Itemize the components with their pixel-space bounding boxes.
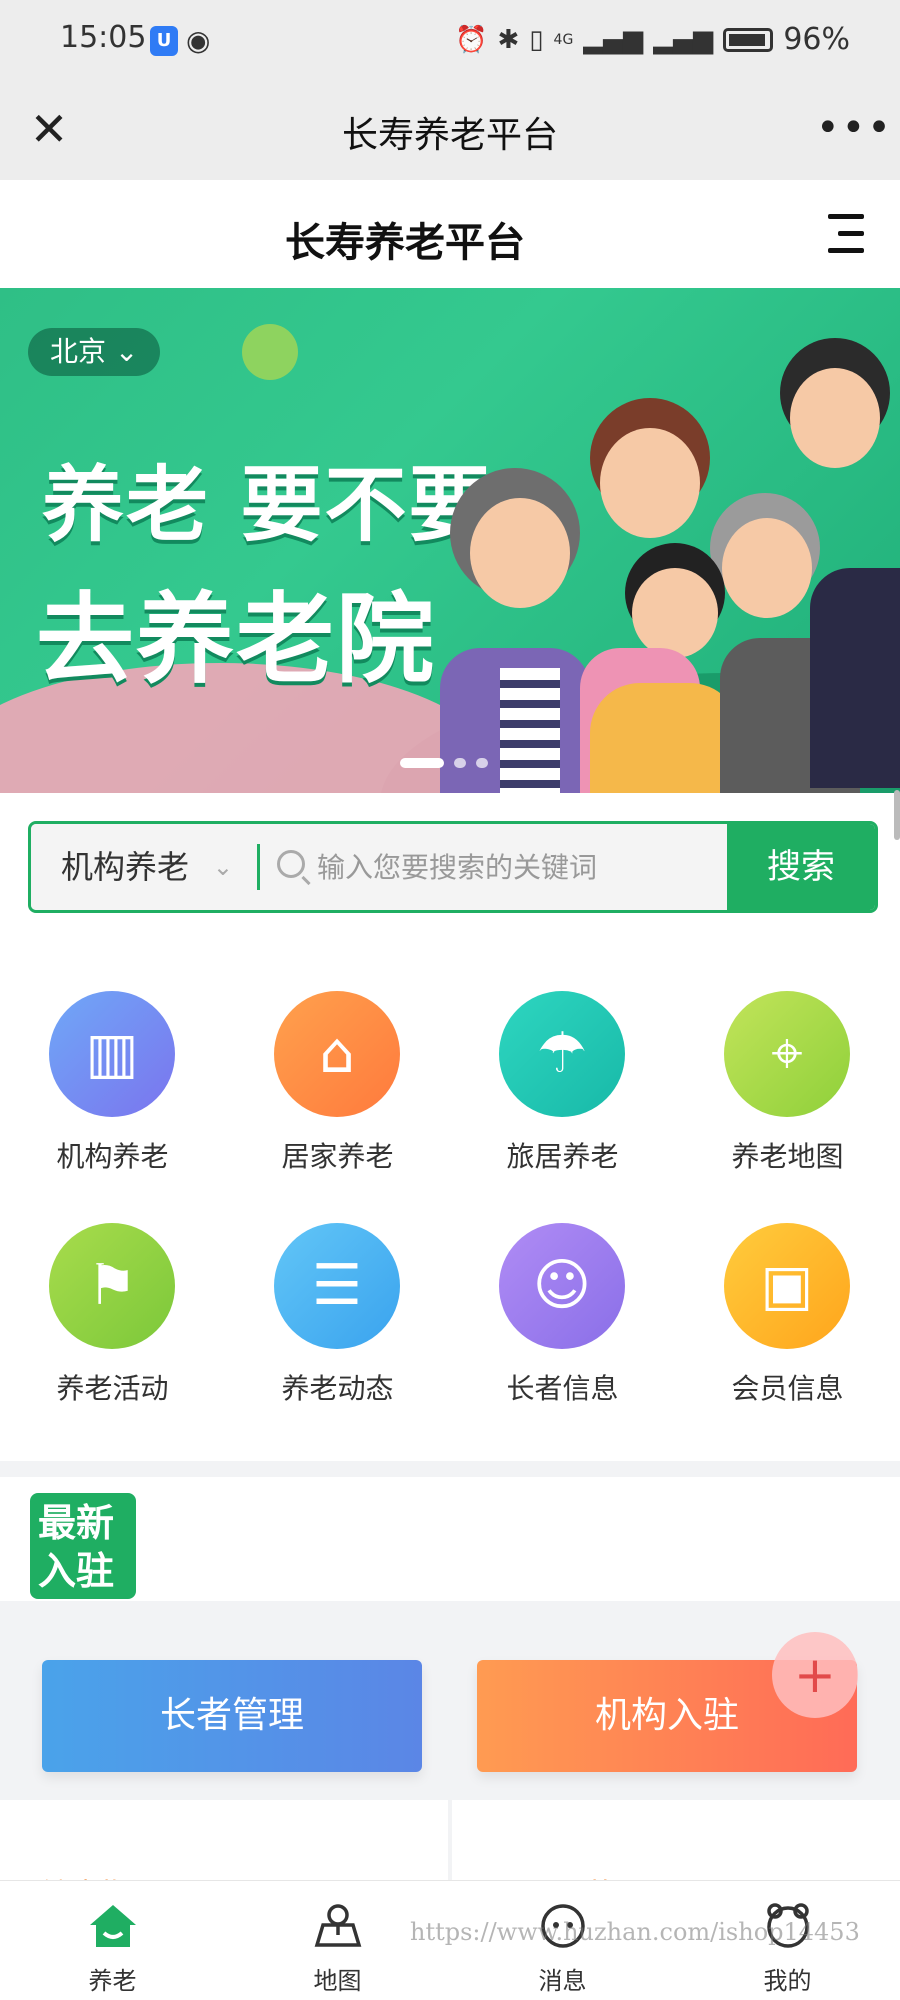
chevron-down-icon: ⌄ <box>114 335 139 368</box>
grid-item-map[interactable]: ⌖ 养老地图 <box>675 941 900 1173</box>
grid-item-label: 养老地图 <box>731 1140 844 1173</box>
grid-item-label: 旅居养老 <box>506 1140 619 1173</box>
home-heart-icon: ⌂ <box>274 991 400 1117</box>
eye-icon: ◉ <box>186 24 211 57</box>
status-right-icons: ⏰ ✱ ▯ 4G ▂▄▆ ▂▄▆ 96% <box>455 22 850 57</box>
tab-label: 养老 <box>88 1967 137 1995</box>
bluetooth-icon: ✱ <box>497 24 520 55</box>
grid-item-label: 机构养老 <box>56 1140 169 1173</box>
member-card-icon: ▣ <box>724 1223 850 1349</box>
grid-item-activities[interactable]: ⚑ 养老活动 <box>0 1173 225 1405</box>
watermark-text: https://www.huzhan.com/ishop14453 <box>410 1918 860 1946</box>
leaf-logo-icon <box>242 324 298 380</box>
action-cards: 长者管理 机构入驻 <box>0 1625 900 1800</box>
search-button[interactable]: 搜索 <box>727 824 875 910</box>
grid-item-label: 长者信息 <box>506 1372 619 1405</box>
flag-icon: ⚑ <box>49 1223 175 1349</box>
carousel-dot[interactable] <box>476 758 488 768</box>
menu-icon[interactable] <box>824 212 864 256</box>
scrollbar[interactable] <box>894 790 900 840</box>
battery-icon <box>723 27 774 52</box>
shield-icon: U <box>150 25 178 56</box>
city-selector[interactable]: 北京 ⌄ <box>28 328 161 376</box>
carousel-dot-active[interactable] <box>400 758 444 768</box>
network-label: 4G <box>553 31 574 48</box>
building-icon: ▥ <box>49 991 175 1117</box>
content-peek: 健康指导 旺眠服范 <box>0 1800 900 1913</box>
banner-headline-1: 养老 要不要 <box>42 458 493 553</box>
signal-icon: ▂▄▆ <box>583 24 644 55</box>
status-time: 15:05 <box>60 20 147 55</box>
grid-item-travel-care[interactable]: ☂ 旅居养老 <box>450 941 675 1173</box>
search-bar: 机构养老 ⌄ 搜索 <box>28 821 878 913</box>
more-icon[interactable]: ••• <box>816 98 891 158</box>
news-icon: ☰ <box>274 1223 400 1349</box>
chevron-down-icon: ⌄ <box>212 853 233 881</box>
divider <box>257 844 260 890</box>
divider <box>448 1800 452 1880</box>
elder-management-card[interactable]: 长者管理 <box>42 1660 422 1772</box>
grid-item-label: 会员信息 <box>731 1372 844 1405</box>
grid-item-label: 养老动态 <box>281 1372 394 1405</box>
elder-icon: ☺ <box>499 1223 625 1349</box>
grid-item-member-info[interactable]: ▣ 会员信息 <box>675 1173 900 1405</box>
home-icon <box>90 1905 136 1947</box>
search-input[interactable] <box>317 824 747 910</box>
map-icon <box>314 1904 362 1947</box>
carousel-dot[interactable] <box>454 758 466 768</box>
vibrate-icon: ▯ <box>529 24 544 55</box>
alarm-icon: ⏰ <box>455 24 488 55</box>
grid-item-home-care[interactable]: ⌂ 居家养老 <box>225 941 450 1173</box>
city-label: 北京 <box>50 335 107 368</box>
tab-label: 我的 <box>763 1967 812 1995</box>
tab-label: 消息 <box>538 1967 587 1995</box>
search-category-select[interactable]: 机构养老 ⌄ <box>31 824 251 910</box>
search-section: 机构养老 ⌄ 搜索 <box>0 793 900 941</box>
promo-banner[interactable]: 北京 ⌄ 养老 要不要 去养老院 <box>0 288 900 793</box>
signal-icon-2: ▂▄▆ <box>653 24 714 55</box>
nav-title: 长寿养老平台 <box>341 115 558 156</box>
battery-percent: 96% <box>783 22 850 57</box>
grid-item-news[interactable]: ☰ 养老动态 <box>225 1173 450 1405</box>
carousel-dots <box>400 758 488 768</box>
tab-home[interactable]: 养老 <box>0 1881 225 2000</box>
grid-item-label: 居家养老 <box>281 1140 394 1173</box>
search-category-label: 机构养老 <box>61 848 190 886</box>
search-icon <box>277 850 305 878</box>
grid-item-institution[interactable]: ▥ 机构养老 <box>0 941 225 1173</box>
tab-label: 地图 <box>313 1967 362 1995</box>
page-header: 长寿养老平台 <box>0 180 900 288</box>
latest-badge[interactable]: 最新入驻 <box>30 1493 136 1599</box>
latest-section: 最新入驻 <box>0 1461 900 1601</box>
app-navbar: ✕ 长寿养老平台 ••• <box>0 80 900 180</box>
island-icon: ☂ <box>499 991 625 1117</box>
grid-item-label: 养老活动 <box>56 1372 169 1405</box>
status-left-icons: U ◉ <box>150 24 210 57</box>
service-grid: ▥ 机构养老 ⌂ 居家养老 ☂ 旅居养老 ⌖ 养老地图 ⚑ 养老活动 ☰ 养老动… <box>0 941 900 1461</box>
banner-headline-2: 去养老院 <box>36 583 437 697</box>
map-pin-icon: ⌖ <box>724 991 850 1117</box>
add-button[interactable]: + <box>772 1632 858 1718</box>
grid-item-elder-info[interactable]: ☺ 长者信息 <box>450 1173 675 1405</box>
status-bar: 15:05 U ◉ ⏰ ✱ ▯ 4G ▂▄▆ ▂▄▆ 96% <box>0 0 900 80</box>
page-title: 长寿养老平台 <box>285 220 525 266</box>
